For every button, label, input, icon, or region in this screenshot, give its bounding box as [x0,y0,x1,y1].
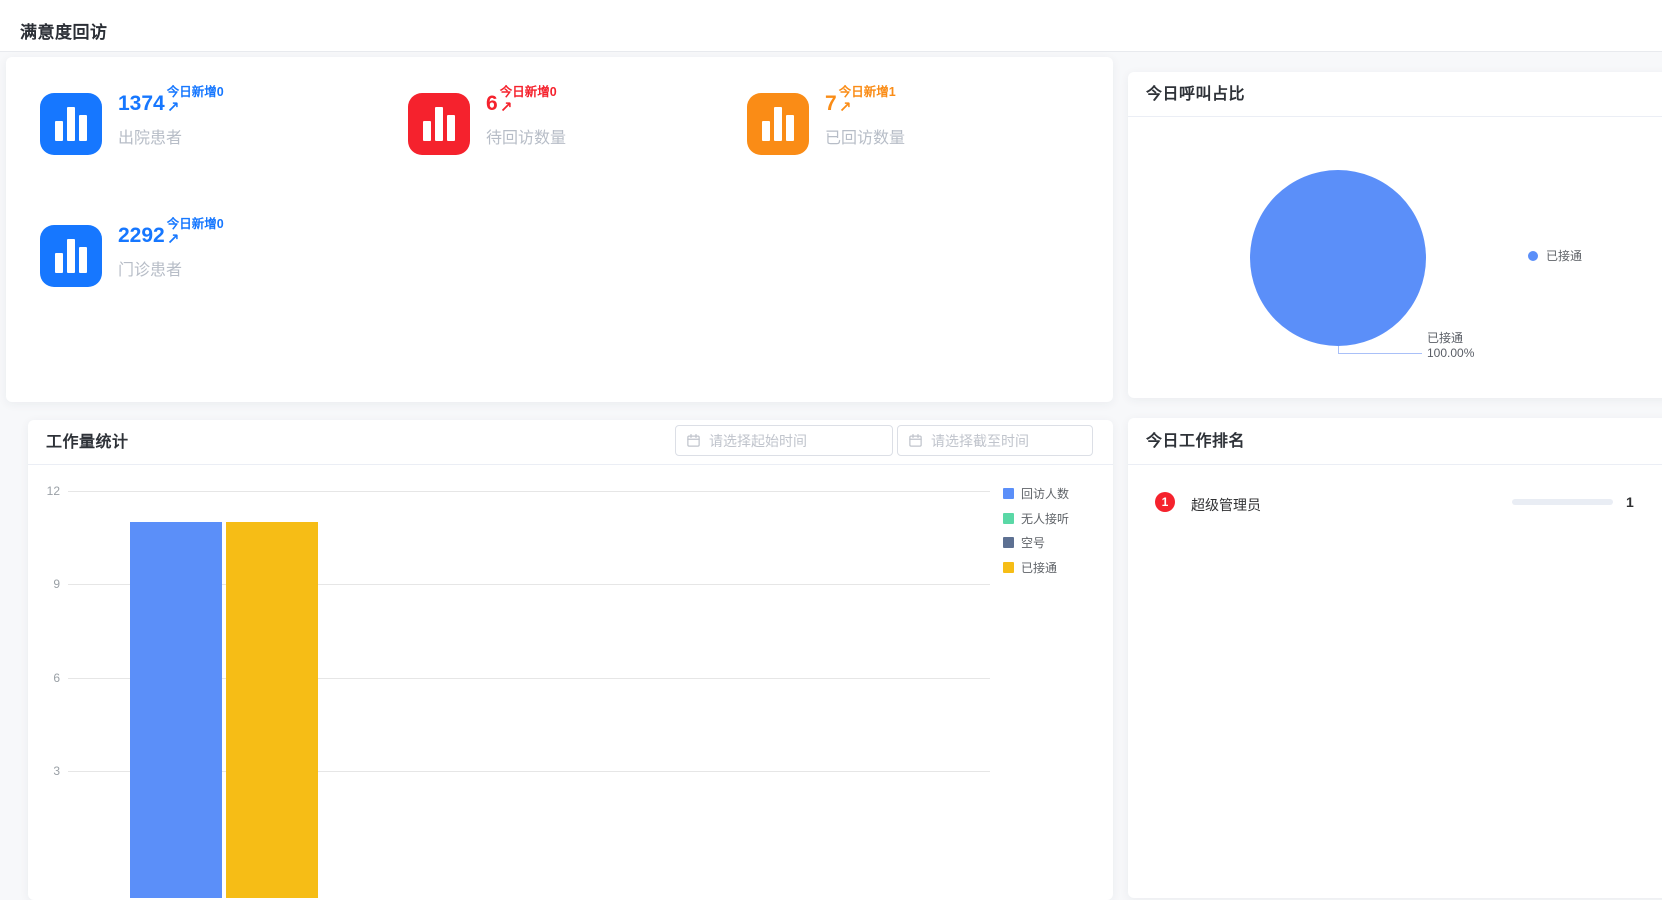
bar-chart-icon [40,225,102,287]
legend-dot-icon [1528,251,1538,261]
stat-label: 已回访数量 [825,124,905,148]
bar-chart-icon [40,93,102,155]
trend-up-icon: ↗ [500,101,513,115]
rank-progress-bar [1512,499,1613,505]
bar-chart-icon [747,93,809,155]
stat-value: 6 [486,92,498,115]
legend-label: 空号 [1021,534,1045,551]
y-axis-tick: 6 [28,671,60,685]
rank-value: 1 [1626,494,1634,510]
call-ratio-panel: 今日呼叫占比 已接通 100.00% 已接通 [1128,72,1662,398]
legend-square-icon [1003,513,1014,524]
legend-item-回访人数[interactable]: 回访人数 [1003,485,1069,502]
panel-header: 工作量统计 [28,420,1113,465]
pie-callout-percent: 100.00% [1427,346,1474,361]
panel-title: 今日呼叫占比 [1146,72,1245,117]
panel-header: 今日呼叫占比 [1128,72,1662,117]
ranking-panel: 今日工作排名 1 超级管理员 1 [1128,418,1662,898]
stat-value: 1374 [118,92,165,115]
stat-value: 2292 [118,224,165,247]
page-header: 满意度回访 [0,0,1662,52]
legend-item-空号[interactable]: 空号 [1003,534,1045,551]
ranking-row: 1 超级管理员 1 [1128,492,1662,528]
y-axis-tick: 9 [28,577,60,591]
stat-card-completed-followup[interactable]: 7 今日新增1↗ 已回访数量 [747,93,905,155]
stat-card-discharged-patients[interactable]: 1374 今日新增0↗ 出院患者 [40,93,224,155]
stat-new-today: 今日新增0 [167,218,224,231]
legend-item-无人接听[interactable]: 无人接听 [1003,510,1069,527]
stat-new-today: 今日新增0 [500,86,557,99]
legend-label: 已接通 [1021,559,1057,576]
bar-已接通[interactable] [226,522,318,898]
rank-badge: 1 [1155,492,1175,512]
legend-square-icon [1003,537,1014,548]
pie-legend-item[interactable]: 已接通 [1528,247,1582,264]
panel-header: 今日工作排名 [1128,418,1662,465]
start-date-input[interactable] [709,433,882,449]
rank-name: 超级管理员 [1191,495,1261,515]
pie-callout-label: 已接通 100.00% [1427,331,1474,361]
legend-square-icon [1003,562,1014,573]
panel-title: 工作量统计 [46,420,129,465]
stat-value: 7 [825,92,837,115]
legend-label: 回访人数 [1021,485,1069,502]
end-date-picker[interactable] [897,425,1093,456]
trend-up-icon: ↗ [167,101,180,115]
pie-callout-line [1338,353,1422,354]
stats-panel: 1374 今日新增0↗ 出院患者 6 今日新增0↗ 待回访数量 7 今日新增1↗… [6,57,1113,402]
calendar-icon [686,433,701,448]
legend-label: 无人接听 [1021,510,1069,527]
stat-label: 出院患者 [118,124,224,148]
page-title: 满意度回访 [20,18,108,43]
end-date-input[interactable] [931,433,1082,449]
stat-card-outpatients[interactable]: 2292 今日新增0↗ 门诊患者 [40,225,224,287]
trend-up-icon: ↗ [167,233,180,247]
stat-new-today: 今日新增1 [839,86,896,99]
trend-up-icon: ↗ [839,101,852,115]
legend-label: 已接通 [1546,247,1582,264]
legend-item-已接通[interactable]: 已接通 [1003,559,1057,576]
pie-callout-line [1338,346,1339,353]
stat-card-pending-followup[interactable]: 6 今日新增0↗ 待回访数量 [408,93,566,155]
workload-panel: 工作量统计 12 9 6 3 回访人数无人接听空号已接通 [28,420,1113,900]
gridline [68,491,990,492]
bar-回访人数[interactable] [130,522,222,898]
bar-chart-icon [408,93,470,155]
stat-label: 门诊患者 [118,256,224,280]
start-date-picker[interactable] [675,425,893,456]
y-axis-tick: 12 [28,484,60,498]
pie-callout-name: 已接通 [1427,331,1474,346]
panel-title: 今日工作排名 [1146,418,1245,465]
y-axis-tick: 3 [28,764,60,778]
stat-label: 待回访数量 [486,124,566,148]
pie-slice[interactable] [1250,170,1426,346]
calendar-icon [908,433,923,448]
stat-new-today: 今日新增0 [167,86,224,99]
legend-square-icon [1003,488,1014,499]
